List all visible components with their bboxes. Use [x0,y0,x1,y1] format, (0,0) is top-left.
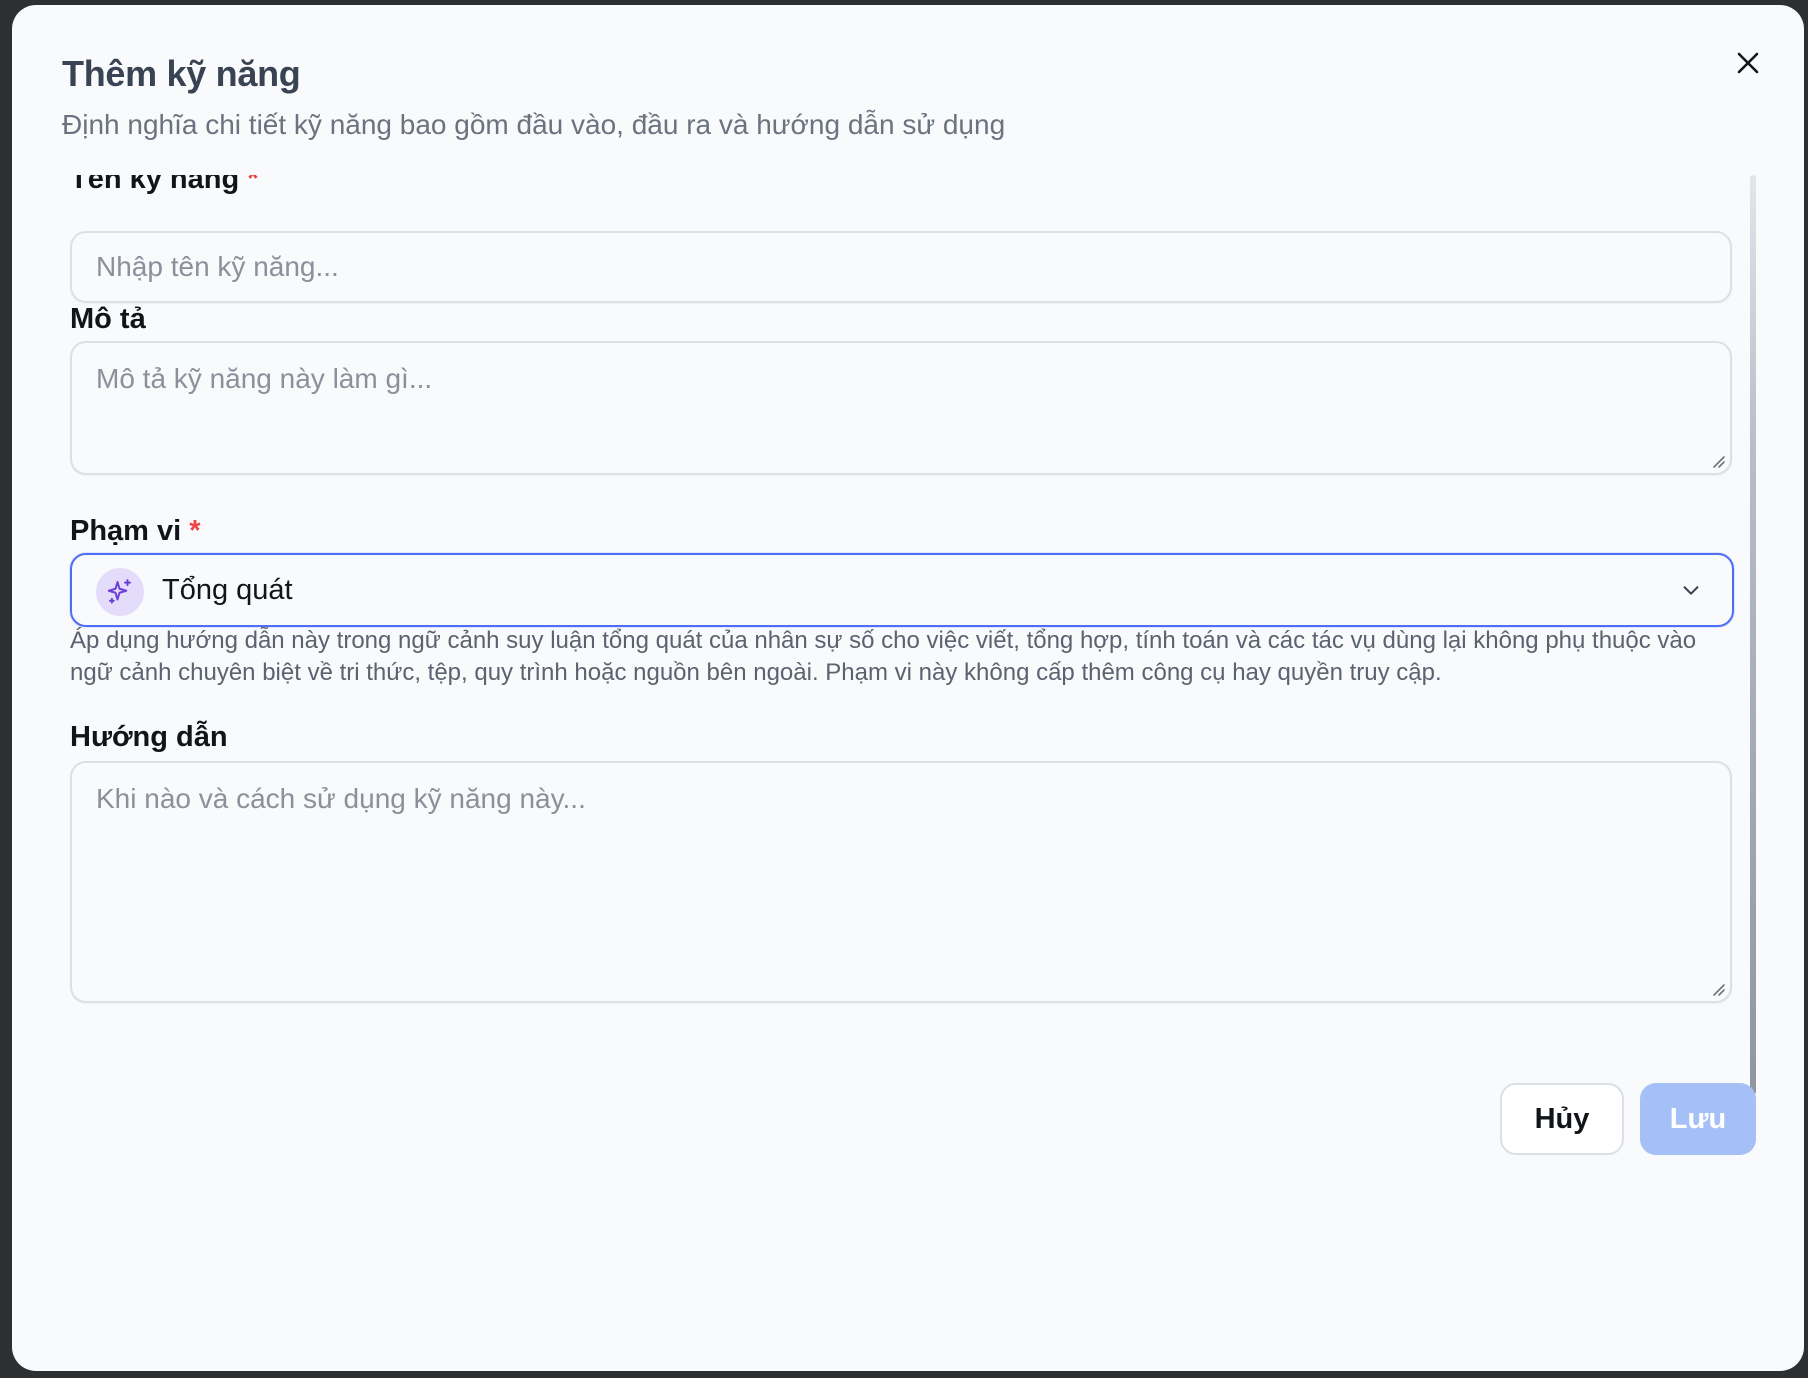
sparkles-icon [107,579,131,604]
scope-selected-value: Tổng quát [162,574,293,606]
scope-label: Phạm vi * [70,515,201,547]
chevron-down-icon [1683,586,1699,595]
scope-icon-badge [96,568,144,616]
required-mark: * [189,515,201,547]
save-button[interactable]: Lưu [1640,1083,1756,1155]
dialog-title: Thêm kỹ năng [62,53,301,94]
form-scroll-area[interactable]: Tên kỹ năng * Nhập tên kỹ năng... Mô tả M… [12,175,1782,1215]
scope-select[interactable]: Tổng quát [70,553,1734,627]
scrollbar[interactable] [1750,175,1756,1215]
close-icon [1737,52,1759,74]
description-placeholder: Mô tả kỹ năng này làm gì... [96,363,433,394]
add-skill-dialog: Thêm kỹ năng Định nghĩa chi tiết kỹ năng… [12,5,1804,1371]
resize-handle-icon[interactable] [1710,981,1726,997]
close-button[interactable] [1728,43,1768,83]
description-label: Mô tả [70,303,146,335]
skill-name-label: Tên kỹ năng * [70,175,259,196]
instructions-placeholder: Khi nào và cách sử dụng kỹ năng này... [96,783,586,814]
scrollbar-thumb[interactable] [1750,175,1756,1095]
description-textarea[interactable]: Mô tả kỹ năng này làm gì... [70,341,1732,475]
required-mark: * [247,175,259,195]
instructions-label: Hướng dẫn [70,721,228,753]
cancel-button[interactable]: Hủy [1500,1083,1624,1155]
instructions-textarea[interactable]: Khi nào và cách sử dụng kỹ năng này... [70,761,1732,1003]
skill-name-input[interactable]: Nhập tên kỹ năng... [70,231,1732,303]
dialog-subtitle: Định nghĩa chi tiết kỹ năng bao gồm đầu … [62,109,1006,140]
scope-help-text: Áp dụng hướng dẫn này trong ngữ cảnh suy… [70,627,1697,686]
skill-name-placeholder: Nhập tên kỹ năng... [96,251,339,282]
resize-handle-icon[interactable] [1710,453,1726,469]
